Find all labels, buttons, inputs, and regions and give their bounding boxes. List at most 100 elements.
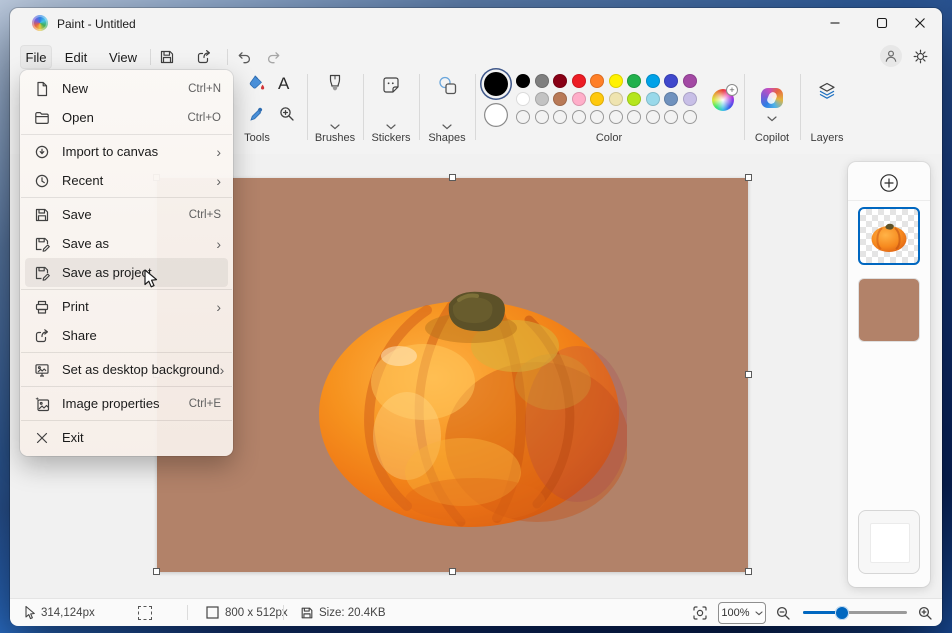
canvas-size-value: 800 x 512px <box>225 599 288 626</box>
menu-item-print[interactable]: Print › <box>25 292 228 321</box>
sticker-icon[interactable] <box>381 75 401 95</box>
fit-to-screen-icon[interactable] <box>692 599 708 626</box>
menu-item-share[interactable]: Share <box>25 321 228 350</box>
open-folder-icon <box>34 110 50 126</box>
layers-icon[interactable] <box>818 82 836 100</box>
menu-item-image-properties[interactable]: Image properties Ctrl+E <box>25 389 228 418</box>
minimize-button[interactable] <box>813 8 857 38</box>
window-title: Paint - Untitled <box>57 17 136 31</box>
color-swatch[interactable] <box>516 74 530 88</box>
shapes-icon[interactable] <box>437 75 458 96</box>
color-swatch[interactable] <box>609 74 623 88</box>
empty-color-swatch[interactable] <box>516 110 530 124</box>
color-swatch[interactable] <box>553 92 567 106</box>
brushes-group-label[interactable]: Brushes <box>305 132 365 144</box>
eyedropper-tool-icon[interactable] <box>248 105 266 123</box>
color-swatch[interactable] <box>535 74 549 88</box>
zoom-in-icon[interactable] <box>917 599 933 626</box>
color-swatch[interactable] <box>646 92 660 106</box>
empty-color-swatch[interactable] <box>627 110 641 124</box>
paint-app-icon <box>32 15 48 31</box>
empty-color-swatch[interactable] <box>683 110 697 124</box>
color-swatch[interactable] <box>572 92 586 106</box>
paint-canvas[interactable] <box>157 178 748 572</box>
menu-item-recent[interactable]: Recent › <box>25 166 228 195</box>
desktop-wallpaper: Paint - Untitled File Edit View <box>0 0 952 633</box>
zoom-level-dropdown[interactable]: 100% <box>718 602 766 624</box>
color-swatch[interactable] <box>683 74 697 88</box>
chevron-right-icon: › <box>220 363 225 377</box>
secondary-color-swatch[interactable] <box>484 103 508 127</box>
color-palette-row-2 <box>516 92 697 106</box>
chevron-down-icon[interactable] <box>330 124 340 130</box>
resize-handle[interactable] <box>745 174 752 181</box>
color-swatch[interactable] <box>609 92 623 106</box>
zoom-slider-thumb[interactable] <box>835 606 849 620</box>
text-tool-icon[interactable]: A <box>278 74 289 94</box>
resize-handle[interactable] <box>449 174 456 181</box>
empty-color-swatch[interactable] <box>609 110 623 124</box>
desktop-background-icon <box>34 362 50 378</box>
zoom-slider[interactable] <box>803 611 907 614</box>
share-icon[interactable] <box>196 49 212 65</box>
add-color-plus-icon: + <box>727 85 737 95</box>
divider <box>187 605 188 620</box>
layers-group-label[interactable]: Layers <box>797 132 857 144</box>
resize-handle[interactable] <box>745 371 752 378</box>
empty-color-swatch[interactable] <box>646 110 660 124</box>
copilot-icon[interactable] <box>761 88 783 108</box>
color-swatch[interactable] <box>664 92 678 106</box>
menu-item-new[interactable]: New Ctrl+N <box>25 74 228 103</box>
tools-group-label: Tools <box>227 132 287 144</box>
account-icon[interactable] <box>880 45 902 67</box>
close-button[interactable] <box>898 8 942 38</box>
empty-color-swatch[interactable] <box>664 110 678 124</box>
menu-item-save[interactable]: Save Ctrl+S <box>25 200 228 229</box>
menu-item-save-as[interactable]: Save as › <box>25 229 228 258</box>
resize-handle[interactable] <box>745 568 752 575</box>
color-swatch[interactable] <box>683 92 697 106</box>
chevron-down-icon[interactable] <box>767 116 777 122</box>
magnifier-tool-icon[interactable] <box>278 105 296 123</box>
color-swatch[interactable] <box>590 92 604 106</box>
chevron-down-icon <box>755 611 763 616</box>
primary-color-swatch[interactable] <box>484 72 508 96</box>
color-swatch[interactable] <box>646 74 660 88</box>
empty-color-swatch[interactable] <box>590 110 604 124</box>
background-layer-thumbnail[interactable] <box>858 510 920 574</box>
redo-icon[interactable] <box>266 49 282 65</box>
color-swatch[interactable] <box>572 74 586 88</box>
layer-thumbnail-background-fill[interactable] <box>858 278 920 342</box>
menu-item-save-as-project[interactable]: Save as project <box>25 258 228 287</box>
empty-color-swatch[interactable] <box>553 110 567 124</box>
stickers-group-label[interactable]: Stickers <box>361 132 421 144</box>
color-swatch[interactable] <box>627 92 641 106</box>
color-swatch[interactable] <box>590 74 604 88</box>
brush-icon[interactable] <box>325 74 345 98</box>
chevron-right-icon: › <box>216 174 221 188</box>
color-swatch[interactable] <box>627 74 641 88</box>
add-layer-button[interactable] <box>878 172 900 194</box>
undo-icon[interactable] <box>236 49 252 65</box>
menu-item-import-to-canvas[interactable]: Import to canvas › <box>25 137 228 166</box>
color-swatch[interactable] <box>553 74 567 88</box>
chevron-down-icon[interactable] <box>386 124 396 130</box>
resize-handle[interactable] <box>449 568 456 575</box>
zoom-out-icon[interactable] <box>775 599 791 626</box>
shapes-group-label[interactable]: Shapes <box>417 132 477 144</box>
resize-handle[interactable] <box>153 568 160 575</box>
copilot-group-label[interactable]: Copilot <box>742 132 802 144</box>
menu-item-exit[interactable]: Exit <box>25 423 228 452</box>
color-swatch[interactable] <box>664 74 678 88</box>
settings-gear-icon[interactable] <box>912 48 928 64</box>
menu-item-open[interactable]: Open Ctrl+O <box>25 103 228 132</box>
chevron-down-icon[interactable] <box>442 124 452 130</box>
save-icon[interactable] <box>159 49 175 65</box>
menu-item-set-as-desktop-background[interactable]: Set as desktop background › <box>25 355 228 384</box>
fill-tool-icon[interactable] <box>248 74 266 92</box>
empty-color-swatch[interactable] <box>535 110 549 124</box>
empty-color-swatch[interactable] <box>572 110 586 124</box>
color-swatch[interactable] <box>535 92 549 106</box>
color-swatch[interactable] <box>516 92 530 106</box>
layer-thumbnail-pumpkin[interactable] <box>858 207 920 265</box>
